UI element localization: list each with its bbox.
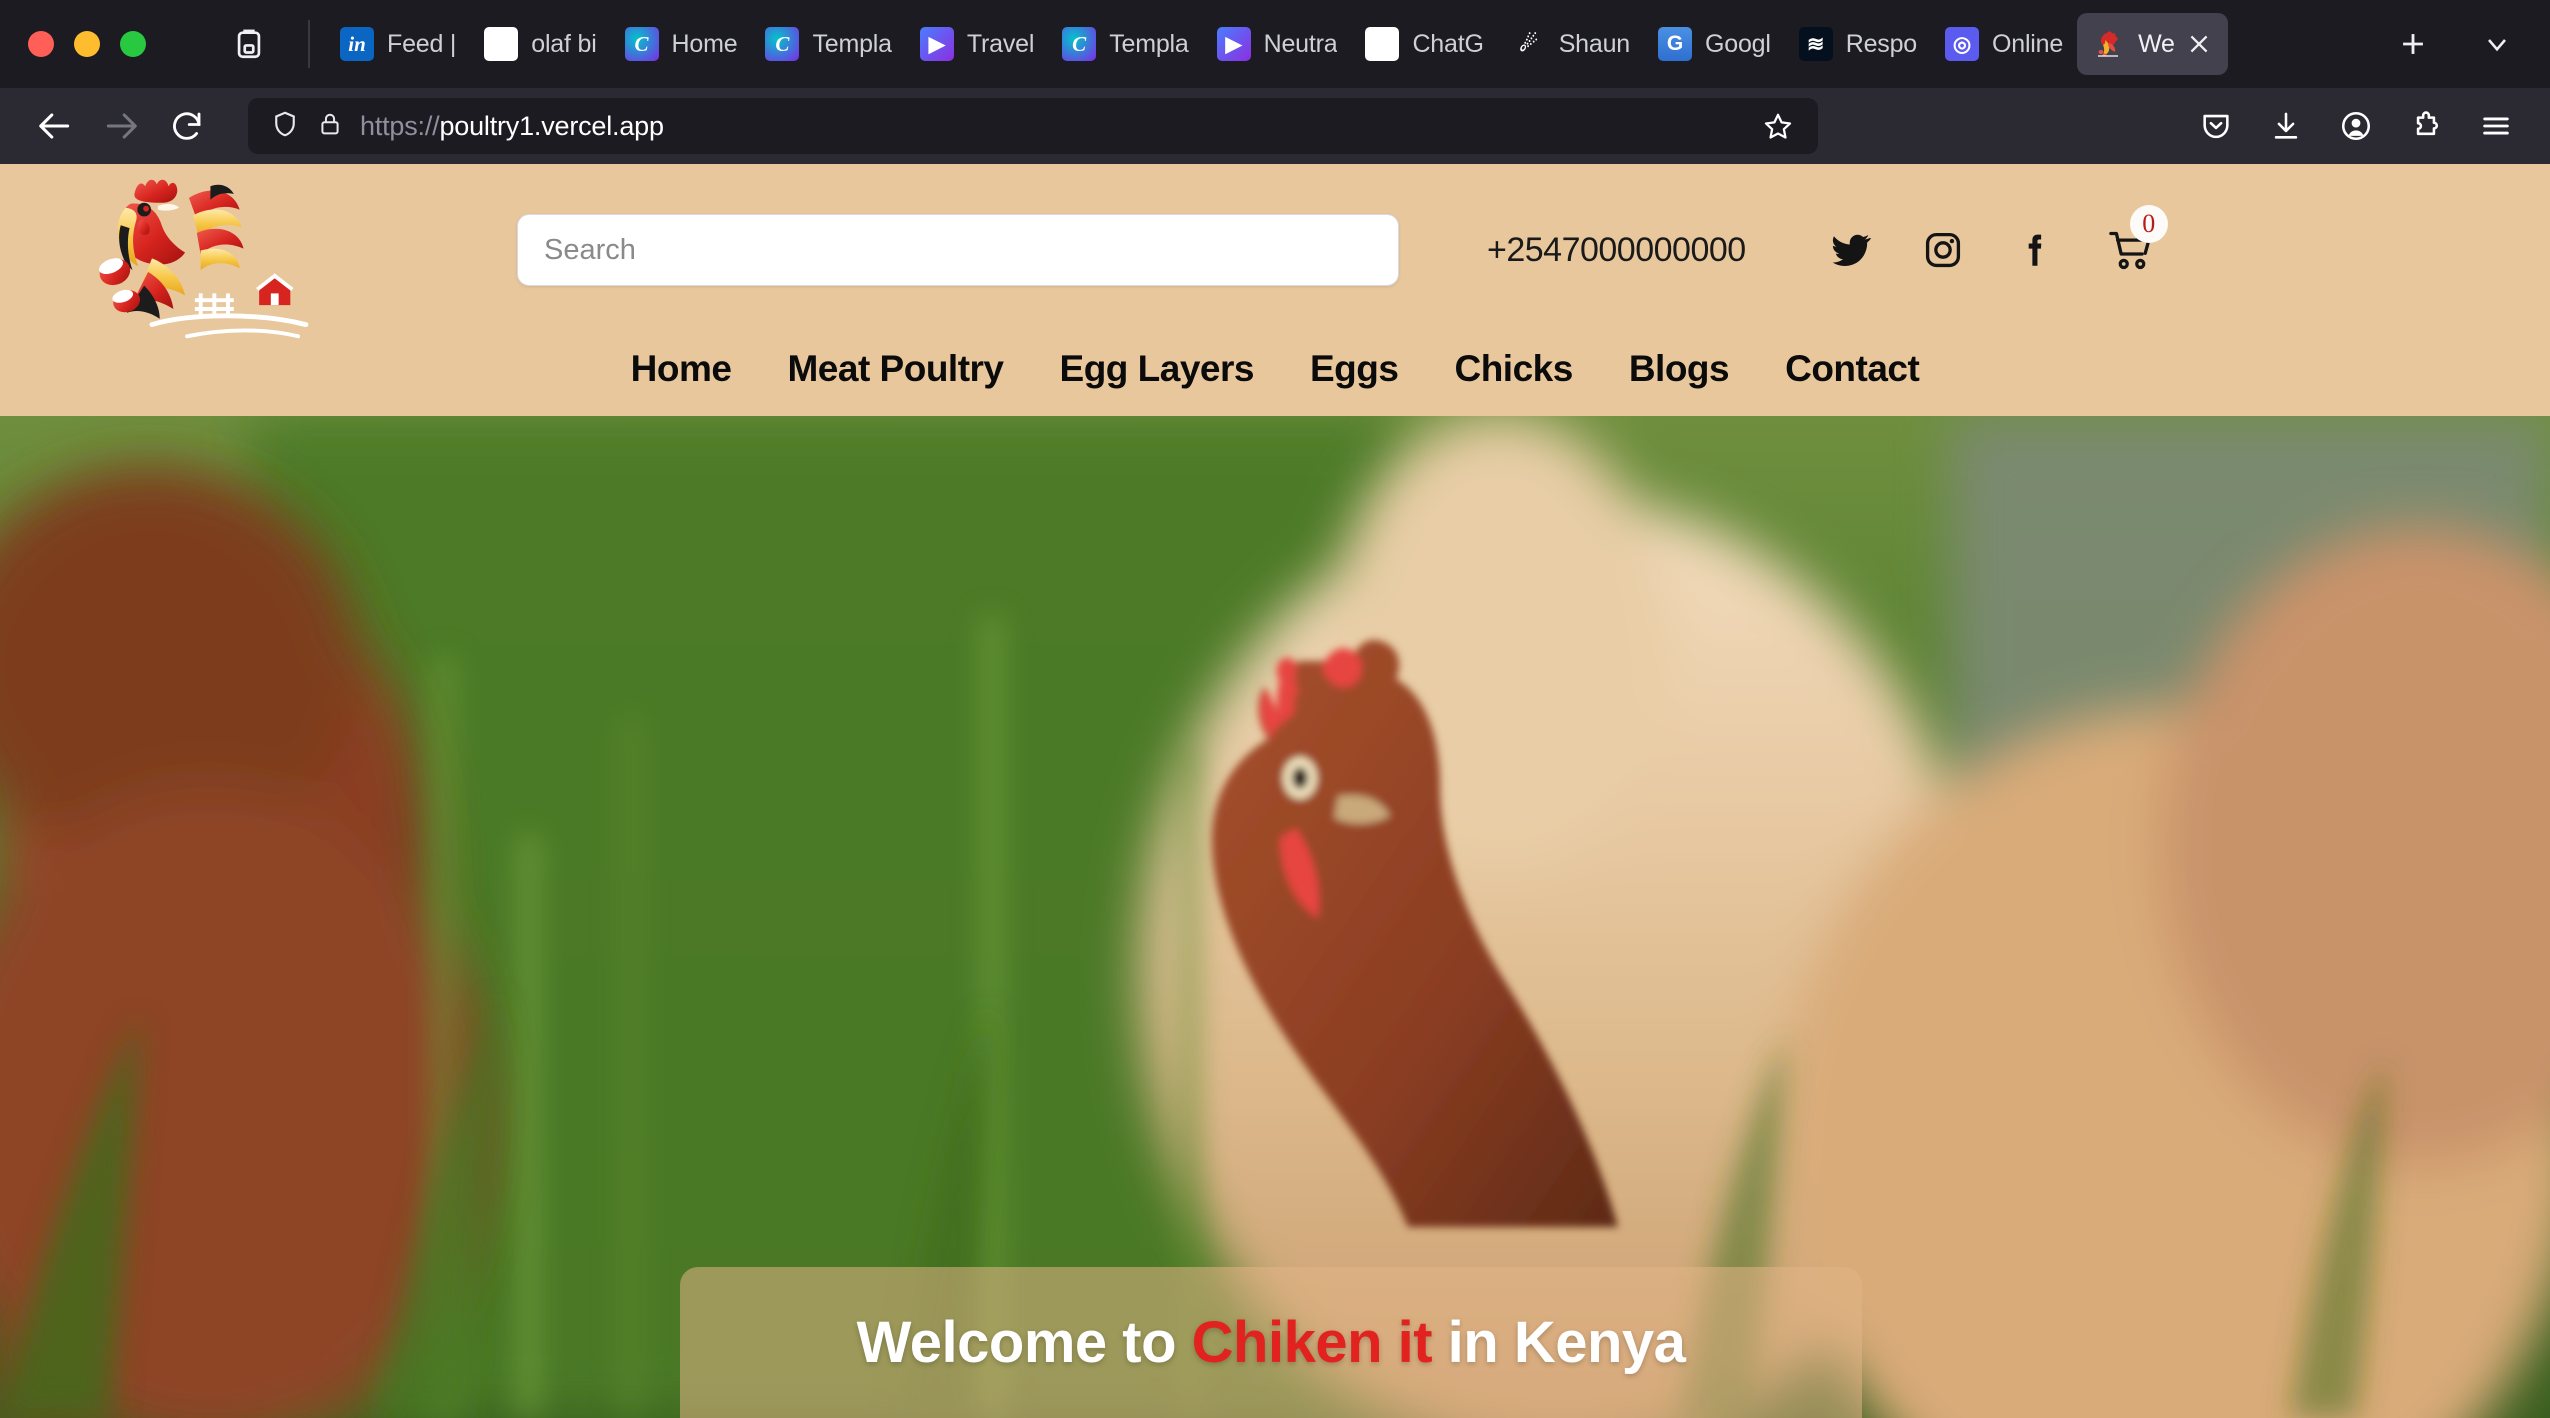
video-icon: ▶ [1216, 27, 1251, 61]
url-host: poultry1.vercel.app [439, 110, 664, 141]
toolbar-actions [2128, 98, 2524, 154]
download-icon[interactable] [2258, 98, 2314, 154]
tab-online[interactable]: ◎ Online [1931, 13, 2077, 75]
social-links: 0 [1828, 205, 2168, 275]
tab-label: Travel [966, 29, 1035, 58]
cart-count-badge: 0 [2129, 205, 2168, 243]
url-text: https://poultry1.vercel.app [360, 111, 1736, 142]
twitter-icon[interactable] [1828, 227, 1874, 273]
nav-item-blogs[interactable]: Blogs [1629, 348, 1730, 390]
nav-item-contact[interactable]: Contact [1785, 348, 1920, 390]
web-page-content: +2547000000000 [0, 164, 2550, 1418]
canva-icon: C [624, 27, 659, 61]
respo-icon: ≋ [1798, 27, 1833, 61]
tab-label: Respo [1845, 29, 1917, 58]
new-tab-button[interactable] [2386, 17, 2440, 71]
canva-icon: C [1062, 27, 1097, 61]
tab-google[interactable]: G Googl [1644, 13, 1785, 75]
url-scheme: https:// [360, 110, 440, 141]
tab-home[interactable]: C Home [611, 13, 752, 75]
tab-label: Home [671, 29, 738, 58]
tab-responsive[interactable]: ≋ Respo [1785, 13, 1931, 75]
hero-title-prefix: Welcome to [856, 1310, 1192, 1375]
instagram-icon[interactable] [1920, 227, 1966, 273]
olaf-icon: n [484, 27, 519, 61]
shield-icon[interactable] [270, 109, 300, 144]
online-icon: ◎ [1945, 27, 1979, 61]
close-tab-icon[interactable] [2184, 29, 2214, 59]
account-icon[interactable] [2328, 98, 2384, 154]
site-header: +2547000000000 [0, 164, 2550, 416]
tab-label: Googl [1705, 29, 1771, 58]
linkedin-icon: in [340, 27, 374, 61]
back-arrow-icon[interactable] [26, 97, 84, 155]
tab-templates-2[interactable]: C Templa [1048, 13, 1202, 75]
toolbar-divider [308, 20, 310, 68]
tab-label: Online [1992, 29, 2064, 58]
chatgpt-icon: ✸ [1365, 27, 1400, 61]
hamburger-menu-icon[interactable] [2468, 98, 2524, 154]
tab-travel[interactable]: ▶ Travel [906, 13, 1048, 75]
hero-title: Welcome to Chiken it in Kenya [857, 1309, 1686, 1376]
google-icon: G [1658, 27, 1692, 61]
tab-chatgpt[interactable]: ✸ ChatG [1351, 13, 1497, 75]
nav-item-egg-layers[interactable]: Egg Layers [1060, 348, 1255, 390]
browser-window: in Feed | n olaf bi C Home C Templa ▶ Tr… [0, 0, 2550, 1418]
tab-label: ChatG [1412, 29, 1484, 58]
pocket-icon[interactable] [2188, 98, 2244, 154]
tab-shaun[interactable]: ☄ Shaun [1498, 13, 1644, 75]
tab-list-icon[interactable] [222, 17, 276, 71]
hero-overlay-card: Welcome to Chiken it in Kenya We Offer C… [680, 1267, 1862, 1418]
phone-number[interactable]: +2547000000000 [1487, 231, 1746, 270]
tab-label: We [2138, 29, 2175, 58]
forward-arrow-icon [92, 97, 150, 155]
canva-icon: C [765, 27, 800, 61]
chevron-down-icon[interactable] [2470, 17, 2524, 71]
video-icon: ▶ [919, 27, 954, 61]
nav-item-meat-poultry[interactable]: Meat Poultry [787, 348, 1004, 390]
tab-label: Neutra [1263, 29, 1338, 58]
address-bar[interactable]: https://poultry1.vercel.app [248, 98, 1818, 154]
extensions-puzzle-icon[interactable] [2398, 98, 2454, 154]
nav-item-home[interactable]: Home [631, 348, 732, 390]
tab-website-active[interactable]: We [2077, 13, 2228, 75]
hero-title-accent: Chiken it [1191, 1310, 1433, 1375]
rooster-icon [2091, 27, 2125, 61]
cart-button[interactable]: 0 [2104, 205, 2168, 275]
window-traffic-lights [10, 31, 168, 57]
reload-icon[interactable] [158, 97, 216, 155]
browser-toolbar: https://poultry1.vercel.app [0, 88, 2550, 164]
tab-label: Feed | [387, 29, 457, 58]
tab-neutral[interactable]: ▶ Neutra [1203, 13, 1352, 75]
lock-icon[interactable] [316, 110, 344, 143]
shaun-icon: ☄ [1511, 27, 1546, 61]
tab-feed[interactable]: in Feed | [326, 13, 470, 75]
tab-label: Templa [1109, 29, 1189, 58]
star-icon[interactable] [1752, 100, 1804, 152]
tab-strip: in Feed | n olaf bi C Home C Templa ▶ Tr… [326, 13, 2364, 75]
tab-olaf[interactable]: n olaf bi [470, 13, 610, 75]
nav-item-eggs[interactable]: Eggs [1310, 348, 1399, 390]
tab-label: Shaun [1558, 29, 1630, 58]
tab-label: olaf bi [531, 29, 597, 58]
hero-title-suffix: in Kenya [1432, 1310, 1686, 1375]
tab-templates-1[interactable]: C Templa [751, 13, 905, 75]
close-window-button[interactable] [28, 31, 54, 57]
search-container [517, 214, 1399, 286]
facebook-icon[interactable] [2012, 227, 2058, 273]
tab-label: Templa [812, 29, 892, 58]
minimize-window-button[interactable] [74, 31, 100, 57]
tab-bar: in Feed | n olaf bi C Home C Templa ▶ Tr… [0, 0, 2550, 88]
search-input[interactable] [517, 214, 1399, 286]
hero-section: Welcome to Chiken it in Kenya We Offer C… [0, 416, 2550, 1418]
site-logo[interactable] [95, 164, 495, 352]
nav-item-chicks[interactable]: Chicks [1454, 348, 1573, 390]
header-top-row: +2547000000000 [0, 164, 2550, 339]
maximize-window-button[interactable] [120, 31, 146, 57]
